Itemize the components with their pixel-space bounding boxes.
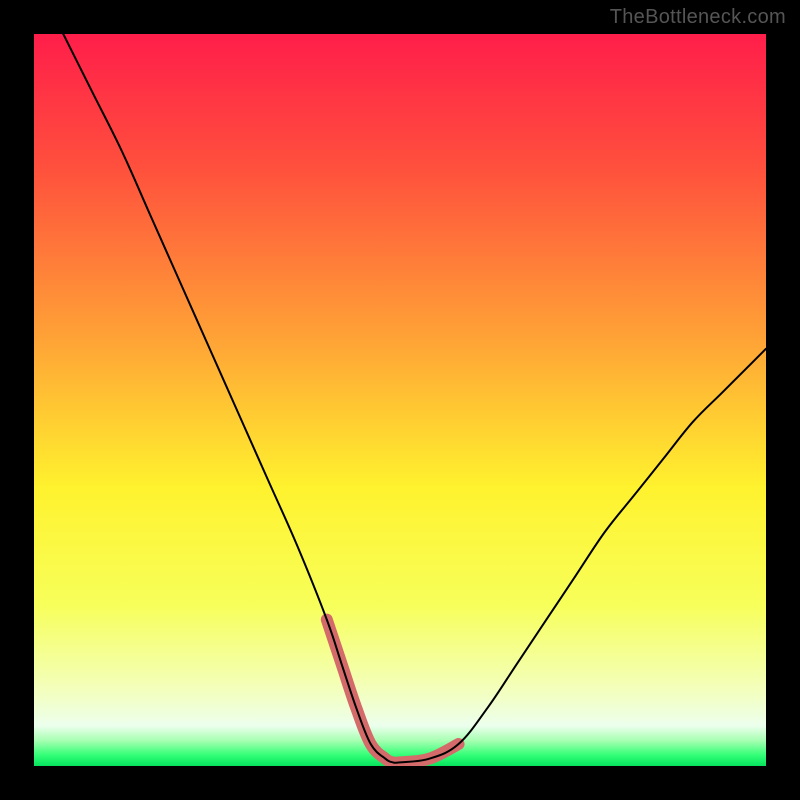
gradient-background xyxy=(34,34,766,766)
chart-container: { "watermark": "TheBottleneck.com", "cha… xyxy=(0,0,800,800)
watermark-text: TheBottleneck.com xyxy=(610,6,786,29)
bottleneck-chart xyxy=(0,0,800,800)
